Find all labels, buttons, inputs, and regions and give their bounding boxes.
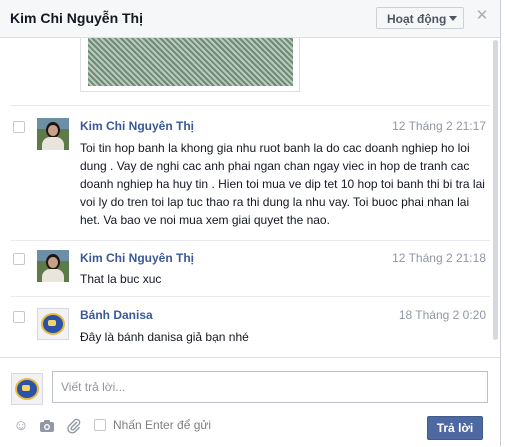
chevron-down-icon — [449, 16, 457, 21]
message-time: 12 Tháng 2 21:18 — [392, 251, 486, 265]
scrollbar[interactable] — [493, 40, 498, 353]
divider — [10, 296, 490, 297]
message-time: 18 Tháng 2 0:20 — [398, 308, 486, 322]
message-text: That la buc xuc — [80, 272, 162, 286]
enter-to-send-checkbox[interactable] — [94, 419, 106, 431]
chat-window: Kim Chi Nguyễn Thị Hoạt động ✕ Kim Chi N… — [0, 0, 501, 447]
message-sender[interactable]: Kim Chi Nguyên Thị — [80, 119, 194, 133]
enter-to-send-label[interactable]: Nhấn Enter để gửi — [113, 418, 211, 432]
message-sender[interactable]: Kim Chi Nguyên Thị — [80, 251, 194, 265]
chat-header: Kim Chi Nguyễn Thị Hoạt động ✕ — [0, 0, 500, 38]
danisa-avatar — [11, 373, 43, 405]
message-select-checkbox[interactable] — [13, 121, 25, 133]
reply-input[interactable] — [52, 371, 488, 403]
camera-icon[interactable] — [39, 418, 55, 434]
message-text: Đây là bánh danisa giả bạn nhé — [80, 330, 249, 344]
composer-toolbar: ☺ Nhấn Enter để gửi Trả lời — [0, 416, 500, 442]
message-list[interactable]: Kim Chi Nguyên Thị 12 Tháng 2 21:17 Toi … — [0, 38, 500, 355]
scrollbar-thumb[interactable] — [493, 40, 498, 340]
shared-image[interactable] — [80, 38, 300, 92]
divider — [10, 105, 490, 106]
message-time: 12 Tháng 2 21:17 — [392, 119, 486, 133]
person-avatar[interactable] — [37, 250, 69, 282]
message-select-checkbox[interactable] — [13, 311, 25, 323]
person-avatar[interactable] — [37, 118, 69, 150]
reply-composer: ☺ Nhấn Enter để gửi Trả lời — [0, 357, 500, 447]
chat-title[interactable]: Kim Chi Nguyễn Thị — [10, 10, 143, 26]
message-sender[interactable]: Bánh Danisa — [80, 308, 153, 322]
danisa-avatar[interactable] — [37, 308, 69, 340]
message-text: Toi tin hop banh la khong gia nhu ruot b… — [80, 141, 485, 227]
close-icon[interactable]: ✕ — [475, 8, 489, 23]
status-label: Hoạt động — [387, 12, 447, 26]
status-dropdown[interactable]: Hoạt động — [376, 7, 464, 29]
emoji-icon[interactable]: ☺ — [13, 418, 29, 434]
image-thumbnail — [88, 38, 293, 86]
divider — [10, 240, 490, 241]
reply-button[interactable]: Trả lời — [427, 416, 483, 440]
message-select-checkbox[interactable] — [13, 253, 25, 265]
attachment-icon[interactable] — [66, 418, 82, 434]
